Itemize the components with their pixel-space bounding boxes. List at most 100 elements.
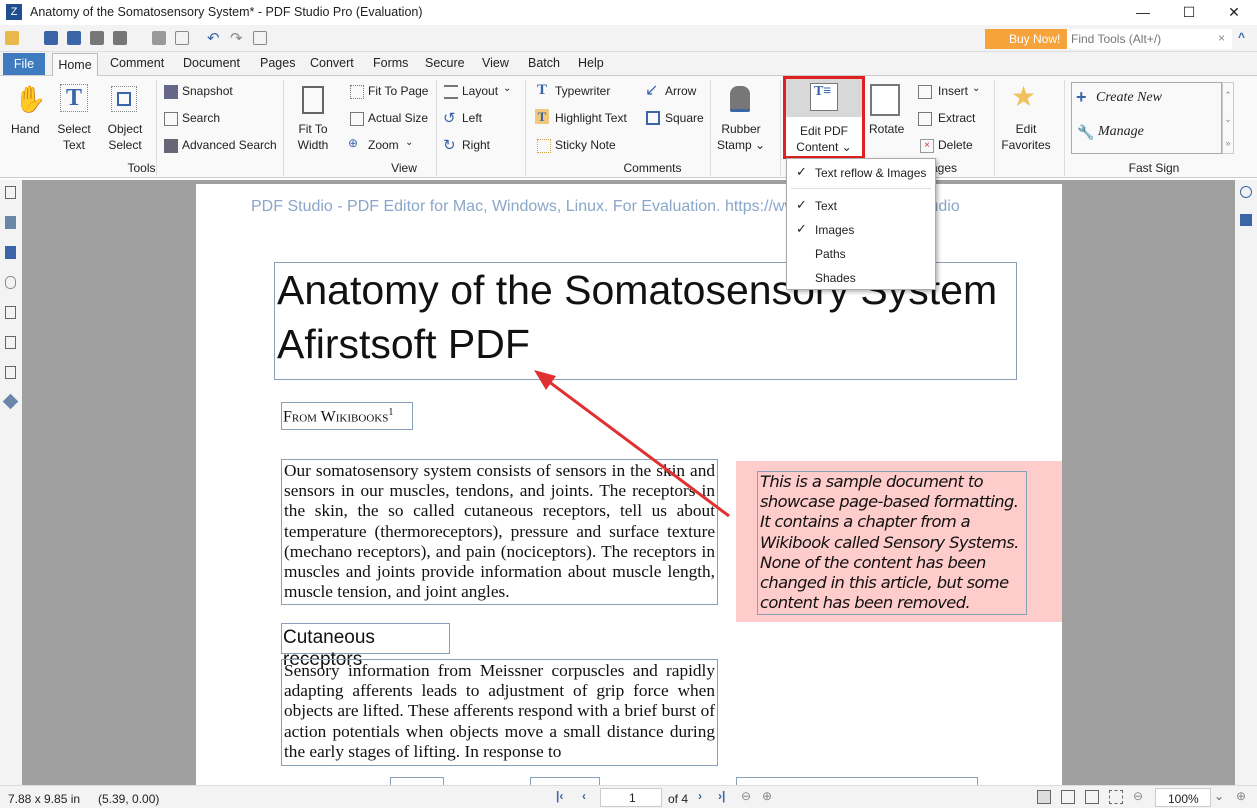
paragraph-2[interactable]: Sensory information from Meissner corpus…: [281, 659, 718, 766]
tab-comment[interactable]: Comment: [110, 56, 164, 70]
tab-file[interactable]: File: [3, 53, 45, 75]
zoom-out-icon[interactable]: ⊖: [1133, 789, 1143, 803]
arrow-button[interactable]: Arrow: [665, 84, 696, 98]
label: Select: [108, 138, 142, 152]
annotation-arrow[interactable]: [526, 364, 736, 524]
edit-pdf-content-button[interactable]: T≡ Edit PDF Content ⌄: [783, 76, 865, 159]
label: Text: [62, 138, 85, 152]
collapse-ribbon-icon[interactable]: ^: [1238, 30, 1245, 44]
rubber-stamp-button[interactable]: Rubber Stamp ⌄: [714, 121, 768, 153]
next-page-icon[interactable]: ›: [698, 789, 702, 803]
tab-forms[interactable]: Forms: [373, 56, 408, 70]
tab-home[interactable]: Home: [52, 53, 98, 76]
actual-size-button[interactable]: Actual Size: [368, 111, 428, 125]
redo-icon[interactable]: ↷: [230, 29, 243, 47]
save-all-icon[interactable]: [90, 31, 104, 45]
fit-to-width-button[interactable]: Fit To Width: [292, 121, 334, 153]
tab-help[interactable]: Help: [578, 56, 604, 70]
attachments-panel-icon[interactable]: [5, 276, 16, 289]
prev-page-icon[interactable]: ‹: [582, 789, 586, 803]
create-new-signature[interactable]: Create New: [1096, 90, 1162, 106]
tab-batch[interactable]: Batch: [528, 56, 560, 70]
extract-button[interactable]: Extract: [938, 111, 975, 125]
heading-cutaneous[interactable]: Cutaneous receptors: [281, 623, 450, 670]
window-title: Anatomy of the Somatosensory System* - P…: [30, 5, 423, 19]
tab-view[interactable]: View: [482, 56, 509, 70]
rotate-button[interactable]: Rotate: [869, 122, 904, 136]
open-icon[interactable]: [5, 31, 19, 45]
forms-panel-icon[interactable]: [5, 366, 16, 379]
close-button[interactable]: ✕: [1211, 0, 1257, 25]
scan-icon[interactable]: [152, 31, 166, 45]
tab-document[interactable]: Document: [183, 56, 240, 70]
tab-pages[interactable]: Pages: [260, 56, 295, 70]
from-text-box[interactable]: From Wikibooks1: [281, 402, 413, 430]
status-bar: 7.88 x 9.85 in (5.39, 0.00) |‹ ‹ 1 of 4 …: [0, 785, 1257, 808]
facing-continuous-icon[interactable]: [1109, 790, 1123, 804]
signature-scrollbar[interactable]: ⌃ ⌄»: [1222, 82, 1234, 154]
save-icon[interactable]: [44, 31, 58, 45]
tab-secure[interactable]: Secure: [425, 56, 465, 70]
print-icon[interactable]: [113, 31, 127, 45]
page-count: of 4: [668, 792, 689, 806]
email-icon[interactable]: [175, 31, 189, 45]
object-select-button[interactable]: Object Select: [102, 121, 148, 153]
rotate-left-button[interactable]: Left: [462, 111, 482, 125]
save-as-icon[interactable]: [67, 31, 81, 45]
highlight-text-button[interactable]: Highlight Text: [555, 111, 627, 125]
zoom-out-page-icon[interactable]: ⊖: [741, 789, 751, 803]
snapshot-button[interactable]: Snapshot: [182, 84, 233, 98]
chevron-down-icon: ⌄: [972, 83, 981, 94]
zoom-in-icon[interactable]: ⊕: [1236, 789, 1246, 803]
maximize-button[interactable]: ☐: [1166, 0, 1212, 25]
clear-search-icon[interactable]: ×: [1218, 31, 1225, 45]
tab-convert[interactable]: Convert: [310, 56, 354, 70]
advanced-search-button[interactable]: Advanced Search: [182, 138, 277, 152]
manage-signatures[interactable]: Manage: [1098, 124, 1144, 140]
insert-button[interactable]: Insert: [938, 84, 968, 98]
facing-page-icon[interactable]: [1085, 790, 1099, 804]
comments-panel-icon[interactable]: [5, 216, 16, 229]
undo-icon[interactable]: ↶: [207, 29, 220, 47]
zoom-in-page-icon[interactable]: ⊕: [762, 789, 772, 803]
pages-panel-icon[interactable]: [5, 186, 16, 199]
search-button[interactable]: Search: [182, 111, 220, 125]
menu-divider: [791, 188, 931, 189]
bookmarks-panel-icon[interactable]: [5, 246, 16, 259]
square-button[interactable]: Square: [665, 111, 704, 125]
rotate-right-button[interactable]: Right: [462, 138, 490, 152]
object-select-icon: [111, 86, 137, 112]
last-page-icon[interactable]: ›|: [718, 789, 725, 803]
layers-panel-icon[interactable]: [5, 306, 16, 319]
cursor-coords: (5.39, 0.00): [98, 792, 160, 806]
first-page-icon[interactable]: |‹: [556, 789, 563, 803]
edit-favorites-button[interactable]: Edit Favorites: [1000, 121, 1052, 153]
label: Stamp: [716, 138, 752, 152]
group-label-view: View: [391, 161, 417, 175]
continuous-page-icon[interactable]: [1061, 790, 1075, 804]
tags-panel-icon[interactable]: [2, 393, 19, 410]
minimize-button[interactable]: —: [1120, 0, 1166, 25]
select-text-button[interactable]: Select Text: [52, 121, 96, 153]
zoom-button[interactable]: Zoom: [368, 138, 399, 152]
single-page-icon[interactable]: [1037, 790, 1051, 804]
page-view-icon[interactable]: [253, 31, 267, 45]
hand-button[interactable]: Hand: [11, 122, 40, 136]
check-icon: ✓: [796, 197, 807, 212]
layout-button[interactable]: Layout: [462, 84, 498, 98]
zoom-dropdown-icon[interactable]: ⌄: [1214, 789, 1224, 803]
page-number-input[interactable]: 1: [600, 788, 662, 807]
fit-to-page-button[interactable]: Fit To Page: [368, 84, 428, 98]
typewriter-button[interactable]: Typewriter: [555, 84, 610, 98]
links-panel-icon[interactable]: [1240, 186, 1252, 198]
buy-now-button[interactable]: Buy Now!: [985, 29, 1067, 49]
zoom-level-input[interactable]: 100%: [1155, 788, 1211, 807]
label: Content: [796, 140, 839, 154]
figure-label-box: [530, 777, 600, 785]
delete-button[interactable]: Delete: [938, 138, 973, 152]
properties-panel-icon[interactable]: [1240, 214, 1252, 226]
find-tools-input[interactable]: Find Tools (Alt+/): [1067, 29, 1232, 49]
note-text-box[interactable]: This is a sample document to showcase pa…: [757, 471, 1027, 615]
signatures-panel-icon[interactable]: [5, 336, 16, 349]
sticky-note-button[interactable]: Sticky Note: [555, 138, 616, 152]
